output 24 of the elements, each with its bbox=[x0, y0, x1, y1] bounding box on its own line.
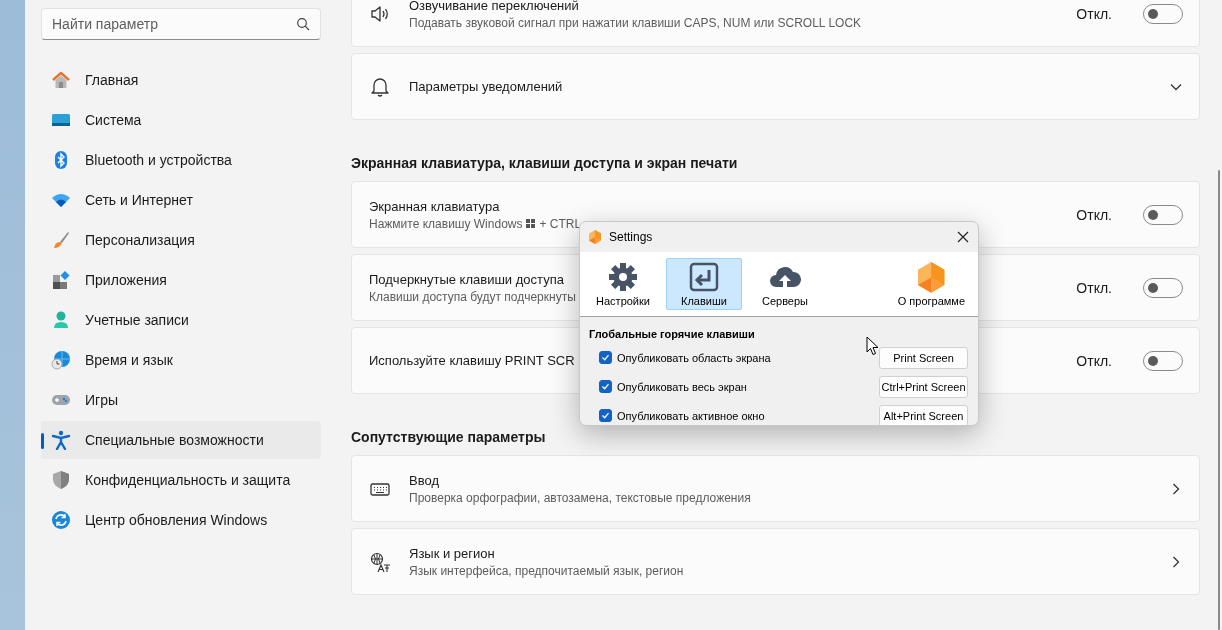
toggle-state: Откл. bbox=[1076, 352, 1112, 369]
setting-description: Подавать звуковой сигнал при нажатии клавиши CAPS, NUM или SCROLL LOCK bbox=[409, 15, 862, 30]
toggle-state: Откл. bbox=[1076, 206, 1112, 223]
setting-title: Параметры уведомлений bbox=[409, 79, 563, 94]
setting-title: Ввод bbox=[409, 472, 439, 488]
checkbox-label: Опубликовать область экрана bbox=[617, 351, 772, 364]
setting-title: Экранная клавиатура bbox=[369, 198, 500, 214]
setting-description: Нажмите клавишу Windows bbox=[369, 216, 523, 231]
section-heading: Глобальные горячие клавиши bbox=[589, 328, 756, 340]
toggle-state: Откл. bbox=[1076, 279, 1112, 296]
setting-title: Озвучивание переключений bbox=[409, 0, 579, 13]
checkbox-label: Опубликовать активное окно bbox=[617, 409, 766, 422]
toggle-state: Откл. bbox=[1076, 5, 1112, 22]
checkbox-label: Опубликовать весь экран bbox=[617, 380, 748, 393]
setting-description: Язык интерфейса, предпочитаемый язык, регион bbox=[409, 563, 684, 578]
setting-title: Подчеркнутые клавиши доступа bbox=[369, 271, 564, 287]
setting-description: Проверка орфографии, автозамена, текстовые предложения bbox=[409, 490, 751, 505]
setting-description: Клавиши доступа будут подчеркнуты bbox=[369, 289, 576, 304]
setting-description: + CTRL bbox=[539, 216, 582, 231]
window-title: Settings bbox=[609, 230, 654, 244]
setting-title: Язык и регион bbox=[409, 545, 495, 561]
setting-title: Используйте клавишу PRINT SCR bbox=[369, 353, 575, 368]
section-heading: Экранная клавиатура, клавиши доступа и экран печати bbox=[351, 154, 739, 173]
section-heading: Сопутствующие параметры bbox=[351, 428, 547, 447]
